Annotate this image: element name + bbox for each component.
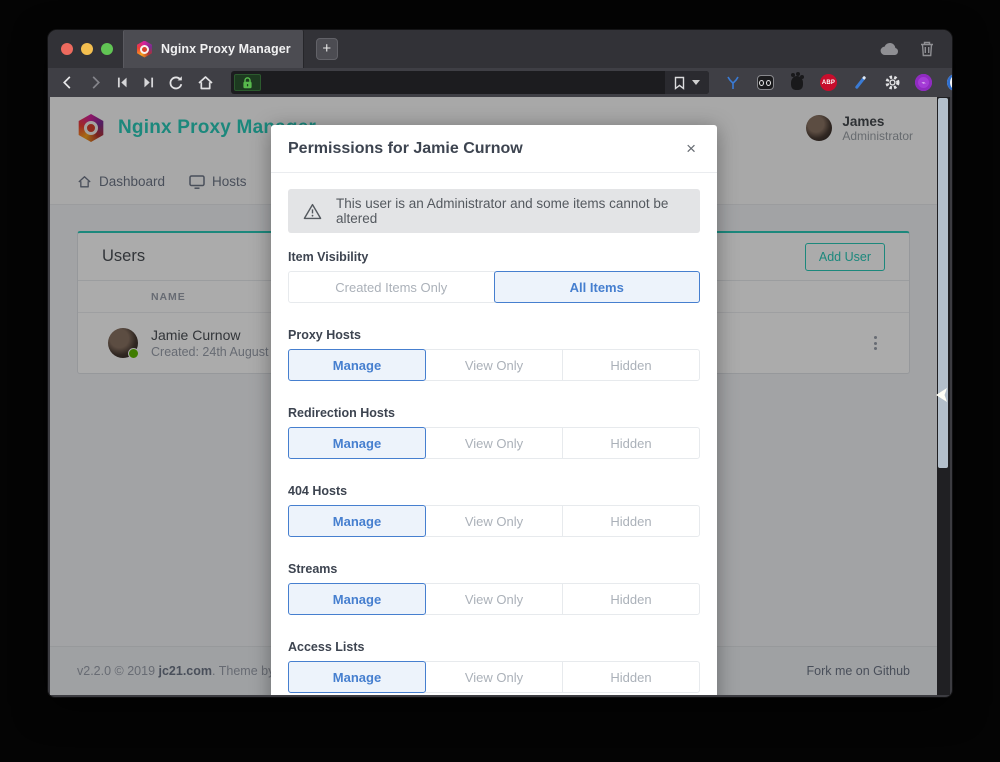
browser-toolbar: ABP ⌁ [48,68,952,97]
permission-section: Streams Manage View Only Hidden [288,561,700,615]
permission-option-button[interactable]: Manage [288,427,426,459]
permission-option-button[interactable]: All Items [494,271,701,303]
permission-section: Proxy Hosts Manage View Only Hidden [288,327,700,381]
permission-option-button[interactable]: Hidden [562,505,700,537]
permission-section-label: Access Lists [288,639,700,655]
bookmark-icon[interactable] [674,76,685,90]
window-controls [61,43,113,55]
skip-forward-icon[interactable] [142,76,155,89]
browser-window: Nginx Proxy Manager + [48,30,952,697]
web-viewport: Nginx Proxy Manager James Administrator … [50,97,950,695]
admin-warning-alert: This user is an Administrator and some i… [288,189,700,233]
scrollbar-thumb[interactable] [938,98,948,468]
permission-option-button[interactable]: Manage [288,349,426,381]
permission-section: Item Visibility Created Items Only All I… [288,249,700,303]
favicon-npm-icon [136,41,153,58]
tab-title: Nginx Proxy Manager [161,42,291,56]
url-bar[interactable] [231,71,709,94]
gauge-extension-icon[interactable] [946,74,952,92]
browser-tab[interactable]: Nginx Proxy Manager [123,30,304,68]
permission-option-button[interactable]: View Only [425,505,563,537]
caret-down-icon[interactable] [692,80,700,85]
extension-icons: ABP ⌁ [724,74,952,92]
refresh-icon[interactable] [168,75,184,91]
cloud-icon[interactable] [880,42,900,56]
permission-option-button[interactable]: Hidden [562,427,700,459]
zoom-icon[interactable] [101,43,113,55]
permission-section-label: 404 Hosts [288,483,700,499]
home-icon[interactable] [197,75,214,91]
pen-extension-icon[interactable] [851,74,869,92]
permission-option-button[interactable]: Manage [288,583,426,615]
close-icon[interactable] [61,43,73,55]
gnome-foot-extension-icon[interactable] [788,74,806,92]
permission-sections: Item Visibility Created Items Only All I… [288,249,700,693]
permission-option-button[interactable]: Hidden [562,661,700,693]
mask-extension-icon[interactable] [756,74,774,92]
browser-tab-bar: Nginx Proxy Manager + [48,30,952,68]
permission-option-button[interactable]: View Only [425,661,563,693]
permission-option-button[interactable]: Manage [288,661,426,693]
permission-section-label: Proxy Hosts [288,327,700,343]
permission-option-button[interactable]: Created Items Only [288,271,495,303]
permission-section-label: Redirection Hosts [288,405,700,421]
permission-option-group: Manage View Only Hidden [288,583,700,615]
permission-option-button[interactable]: View Only [425,427,563,459]
modal-title: Permissions for Jamie Curnow [288,140,523,158]
adblock-plus-icon[interactable]: ABP [820,74,837,91]
trash-icon[interactable] [920,41,934,57]
permission-option-group: Manage View Only Hidden [288,505,700,537]
permission-section: Redirection Hosts Manage View Only Hidde… [288,405,700,459]
minimize-icon[interactable] [81,43,93,55]
gear-extension-icon[interactable] [883,74,901,92]
warning-triangle-icon [303,203,322,220]
close-icon[interactable]: × [682,138,700,159]
screenshot-stage: Nginx Proxy Manager + [0,0,1000,762]
forward-icon[interactable] [88,75,103,90]
new-tab-button[interactable]: + [316,38,338,60]
permission-section-label: Streams [288,561,700,577]
bookmark-menu[interactable] [665,71,709,94]
back-icon[interactable] [60,75,75,90]
permission-option-group: Manage View Only Hidden [288,661,700,693]
permission-section-label: Item Visibility [288,249,700,265]
permission-option-button[interactable]: View Only [425,583,563,615]
permission-option-group: Manage View Only Hidden [288,427,700,459]
green-padlock-icon[interactable] [234,74,261,91]
permission-option-button[interactable]: Hidden [562,583,700,615]
permission-option-group: Created Items Only All Items [288,271,700,303]
permission-section: Access Lists Manage View Only Hidden [288,639,700,693]
permission-option-button[interactable]: View Only [425,349,563,381]
fork-extension-icon[interactable] [724,74,742,92]
alert-text: This user is an Administrator and some i… [336,196,685,226]
skip-back-icon[interactable] [116,76,129,89]
permissions-modal: Permissions for Jamie Curnow × This user… [271,125,717,695]
permission-option-group: Manage View Only Hidden [288,349,700,381]
permission-option-button[interactable]: Hidden [562,349,700,381]
permission-option-button[interactable]: Manage [288,505,426,537]
purple-extension-icon[interactable]: ⌁ [915,74,932,91]
permission-section: 404 Hosts Manage View Only Hidden [288,483,700,537]
